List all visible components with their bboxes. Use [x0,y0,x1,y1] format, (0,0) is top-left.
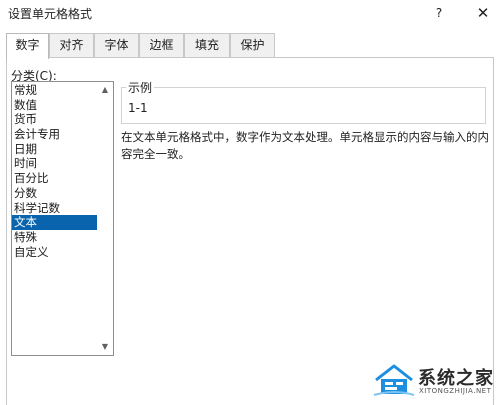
category-item-text[interactable]: 文本 [12,215,98,230]
category-item-percentage[interactable]: 百分比 [12,171,98,186]
help-button[interactable]: ? [428,2,450,24]
tab-protection[interactable]: 保护 [230,33,275,58]
category-item-special[interactable]: 特殊 [12,230,98,245]
category-item-scientific[interactable]: 科学记数 [12,201,98,216]
tab-font[interactable]: 字体 [94,33,139,58]
sample-group-box [121,87,486,124]
tab-alignment[interactable]: 对齐 [49,33,94,58]
dialog-title: 设置单元格格式 [8,7,93,21]
category-item-number[interactable]: 数值 [12,98,98,113]
watermark-domain: XITONGZHIJIA.NET [419,387,492,395]
site-watermark: 系统之家 XITONGZHIJIA.NET [370,360,500,405]
scroll-down-arrow-icon[interactable]: ▼ [100,342,110,352]
category-item-custom[interactable]: 自定义 [12,245,98,260]
title-bar: 设置单元格格式 ? ✕ [0,0,500,26]
scroll-up-arrow-icon[interactable]: ▲ [100,85,110,95]
tab-strip: 数字 对齐 字体 边框 填充 保护 [6,33,494,59]
category-item-date[interactable]: 日期 [12,142,98,157]
format-description: 在文本单元格格式中，数字作为文本处理。单元格显示的内容与输入的内容完全一致。 [121,130,489,161]
tab-number[interactable]: 数字 [6,33,49,59]
tab-fill[interactable]: 填充 [184,33,230,58]
tab-border[interactable]: 边框 [139,33,184,58]
category-item-time[interactable]: 时间 [12,156,98,171]
sample-value: 1-1 [128,101,148,115]
category-list[interactable]: 常规 数值 货币 会计专用 日期 时间 百分比 分数 科学记数 文本 特殊 自定… [11,81,114,356]
close-button[interactable]: ✕ [472,2,494,24]
house-logo-icon [373,364,415,396]
category-item-fraction[interactable]: 分数 [12,186,98,201]
category-scrollbar[interactable]: ▲ ▼ [97,82,113,355]
category-item-currency[interactable]: 货币 [12,112,98,127]
category-item-accounting[interactable]: 会计专用 [12,127,98,142]
sample-title: 示例 [126,79,155,96]
category-item-general[interactable]: 常规 [12,83,98,98]
